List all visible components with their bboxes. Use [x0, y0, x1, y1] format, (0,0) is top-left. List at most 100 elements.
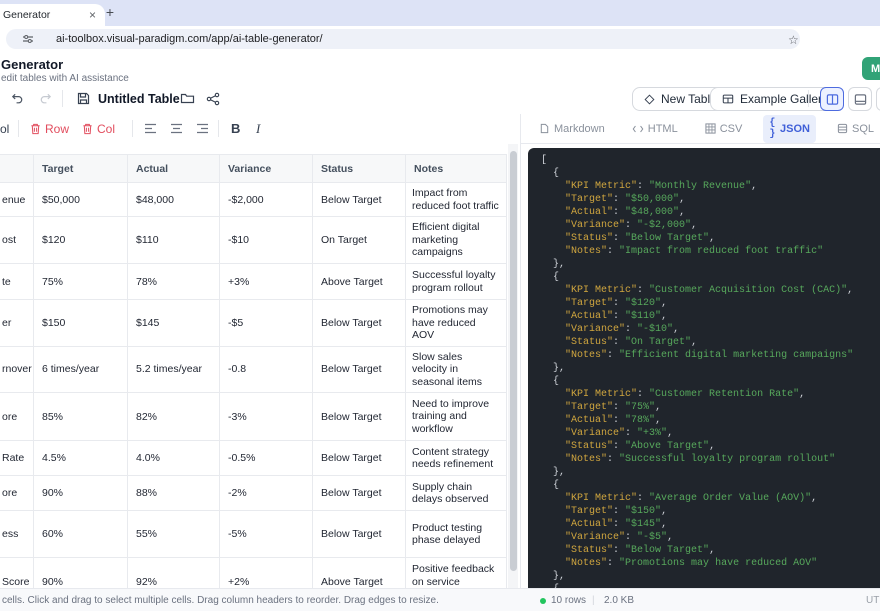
table-cell[interactable]: Below Target	[313, 183, 406, 217]
share-button[interactable]	[206, 84, 220, 113]
italic-button[interactable]: I	[256, 114, 260, 143]
column-header[interactable]: Notes	[406, 155, 507, 183]
table-cell[interactable]: te	[0, 264, 34, 300]
table-cell[interactable]: On Target	[313, 217, 406, 264]
table-cell[interactable]: Below Target	[313, 441, 406, 476]
table-cell[interactable]: Above Target	[313, 558, 406, 589]
layout-extra-button[interactable]	[876, 87, 880, 111]
table-cell[interactable]: Promotions may have reduced AOV	[406, 300, 507, 347]
table-cell[interactable]: -5%	[220, 511, 313, 558]
browser-tab[interactable]: Generator ×	[0, 4, 105, 26]
table-cell[interactable]: -3%	[220, 393, 313, 441]
table-cell[interactable]: Slow sales velocity in seasonal items	[406, 346, 507, 393]
scrollbar-thumb[interactable]	[510, 151, 517, 571]
save-button[interactable]	[76, 84, 91, 113]
table-cell[interactable]: Impact from reduced foot traffic	[406, 183, 507, 217]
column-header[interactable]: Variance	[220, 155, 313, 183]
table-cell[interactable]: 92%	[128, 558, 220, 589]
table-cell[interactable]: Positive feedback on service experience	[406, 558, 507, 589]
table-cell[interactable]: $48,000	[128, 183, 220, 217]
table-cell[interactable]: 4.5%	[34, 441, 128, 476]
table-cell[interactable]: -2%	[220, 476, 313, 511]
table-cell[interactable]: 78%	[128, 264, 220, 300]
table-cell[interactable]: 75%	[34, 264, 128, 300]
table-cell[interactable]: $150	[34, 300, 128, 347]
bold-button[interactable]: B	[231, 114, 240, 143]
site-info-icon[interactable]	[22, 33, 34, 45]
column-header[interactable]	[0, 155, 34, 183]
table-cell[interactable]: 4.0%	[128, 441, 220, 476]
new-tab-button[interactable]: +	[101, 3, 119, 21]
table-cell[interactable]: -$10	[220, 217, 313, 264]
export-tab-markdown[interactable]: Markdown	[533, 120, 611, 138]
table-cell[interactable]: -0.5%	[220, 441, 313, 476]
table-cell[interactable]: Below Target	[313, 346, 406, 393]
align-left-button[interactable]	[144, 114, 157, 143]
table-cell[interactable]: Below Target	[313, 393, 406, 441]
delete-col-button[interactable]: Col	[82, 114, 115, 143]
table-cell[interactable]: 90%	[34, 476, 128, 511]
table-cell[interactable]: +3%	[220, 264, 313, 300]
table-cell[interactable]: $110	[128, 217, 220, 264]
table-cell[interactable]: 90%	[34, 558, 128, 589]
table-scrollbar[interactable]	[508, 144, 518, 588]
export-tab-html[interactable]: HTML	[626, 120, 684, 138]
table-cell[interactable]: Need to improve training and workflow	[406, 393, 507, 441]
table-cell[interactable]: Product testing phase delayed	[406, 511, 507, 558]
layout-split-horizontal-button[interactable]	[848, 87, 872, 111]
table-cell[interactable]: ess	[0, 511, 34, 558]
export-tab-json[interactable]: { }JSON	[763, 115, 816, 143]
table-cell[interactable]: Below Target	[313, 300, 406, 347]
code-line: "Status": "On Target",	[541, 336, 880, 349]
table-cell[interactable]: -$2,000	[220, 183, 313, 217]
undo-button[interactable]	[10, 84, 25, 113]
table-cell[interactable]: ore	[0, 476, 34, 511]
table-cell[interactable]: Supply chain delays observed	[406, 476, 507, 511]
export-tab-csv[interactable]: CSV	[699, 120, 749, 138]
align-center-button[interactable]	[170, 114, 183, 143]
table-cell[interactable]: ost	[0, 217, 34, 264]
table-cell[interactable]: Below Target	[313, 476, 406, 511]
table-name[interactable]: Untitled Table	[98, 84, 180, 113]
add-col-button-clipped[interactable]: ol	[0, 114, 9, 143]
table-cell[interactable]: -$5	[220, 300, 313, 347]
table-cell[interactable]: $145	[128, 300, 220, 347]
redo-button[interactable]	[38, 84, 53, 113]
table-cell[interactable]: +2%	[220, 558, 313, 589]
table-cell[interactable]: 60%	[34, 511, 128, 558]
table-cell[interactable]: Above Target	[313, 264, 406, 300]
table-row: Score90%92%+2%Above TargetPositive feedb…	[0, 558, 507, 589]
table-cell[interactable]: Below Target	[313, 511, 406, 558]
layout-split-vertical-button[interactable]	[820, 87, 844, 111]
align-right-button[interactable]	[196, 114, 209, 143]
table-cell[interactable]: $50,000	[34, 183, 128, 217]
table-cell[interactable]: 82%	[128, 393, 220, 441]
code-line: },	[541, 466, 880, 479]
tab-close-icon[interactable]: ×	[86, 9, 99, 21]
open-folder-button[interactable]	[180, 84, 195, 113]
table-cell[interactable]: Rate	[0, 441, 34, 476]
export-tab-sql[interactable]: SQL	[831, 120, 880, 138]
table-cell[interactable]: er	[0, 300, 34, 347]
table-cell[interactable]: enue	[0, 183, 34, 217]
table-cell[interactable]: rnover	[0, 346, 34, 393]
table-cell[interactable]: Successful loyalty program rollout	[406, 264, 507, 300]
table-cell[interactable]: Efficient digital marketing campaigns	[406, 217, 507, 264]
table-cell[interactable]: 85%	[34, 393, 128, 441]
table-cell[interactable]: 6 times/year	[34, 346, 128, 393]
table-cell[interactable]: 5.2 times/year	[128, 346, 220, 393]
column-header[interactable]: Actual	[128, 155, 220, 183]
table-cell[interactable]: 55%	[128, 511, 220, 558]
table-cell[interactable]: ore	[0, 393, 34, 441]
bookmark-star-icon[interactable]: ☆	[788, 34, 799, 46]
delete-row-button[interactable]: Row	[30, 114, 69, 143]
table-cell[interactable]: Score	[0, 558, 34, 589]
column-header[interactable]: Target	[34, 155, 128, 183]
table-cell[interactable]: -0.8	[220, 346, 313, 393]
table-cell[interactable]: 88%	[128, 476, 220, 511]
table-cell[interactable]: $120	[34, 217, 128, 264]
url-bar[interactable]: ai-toolbox.visual-paradigm.com/app/ai-ta…	[6, 29, 800, 49]
menu-button[interactable]: Menu	[862, 57, 880, 80]
table-cell[interactable]: Content strategy needs refinement	[406, 441, 507, 476]
column-header[interactable]: Status	[313, 155, 406, 183]
